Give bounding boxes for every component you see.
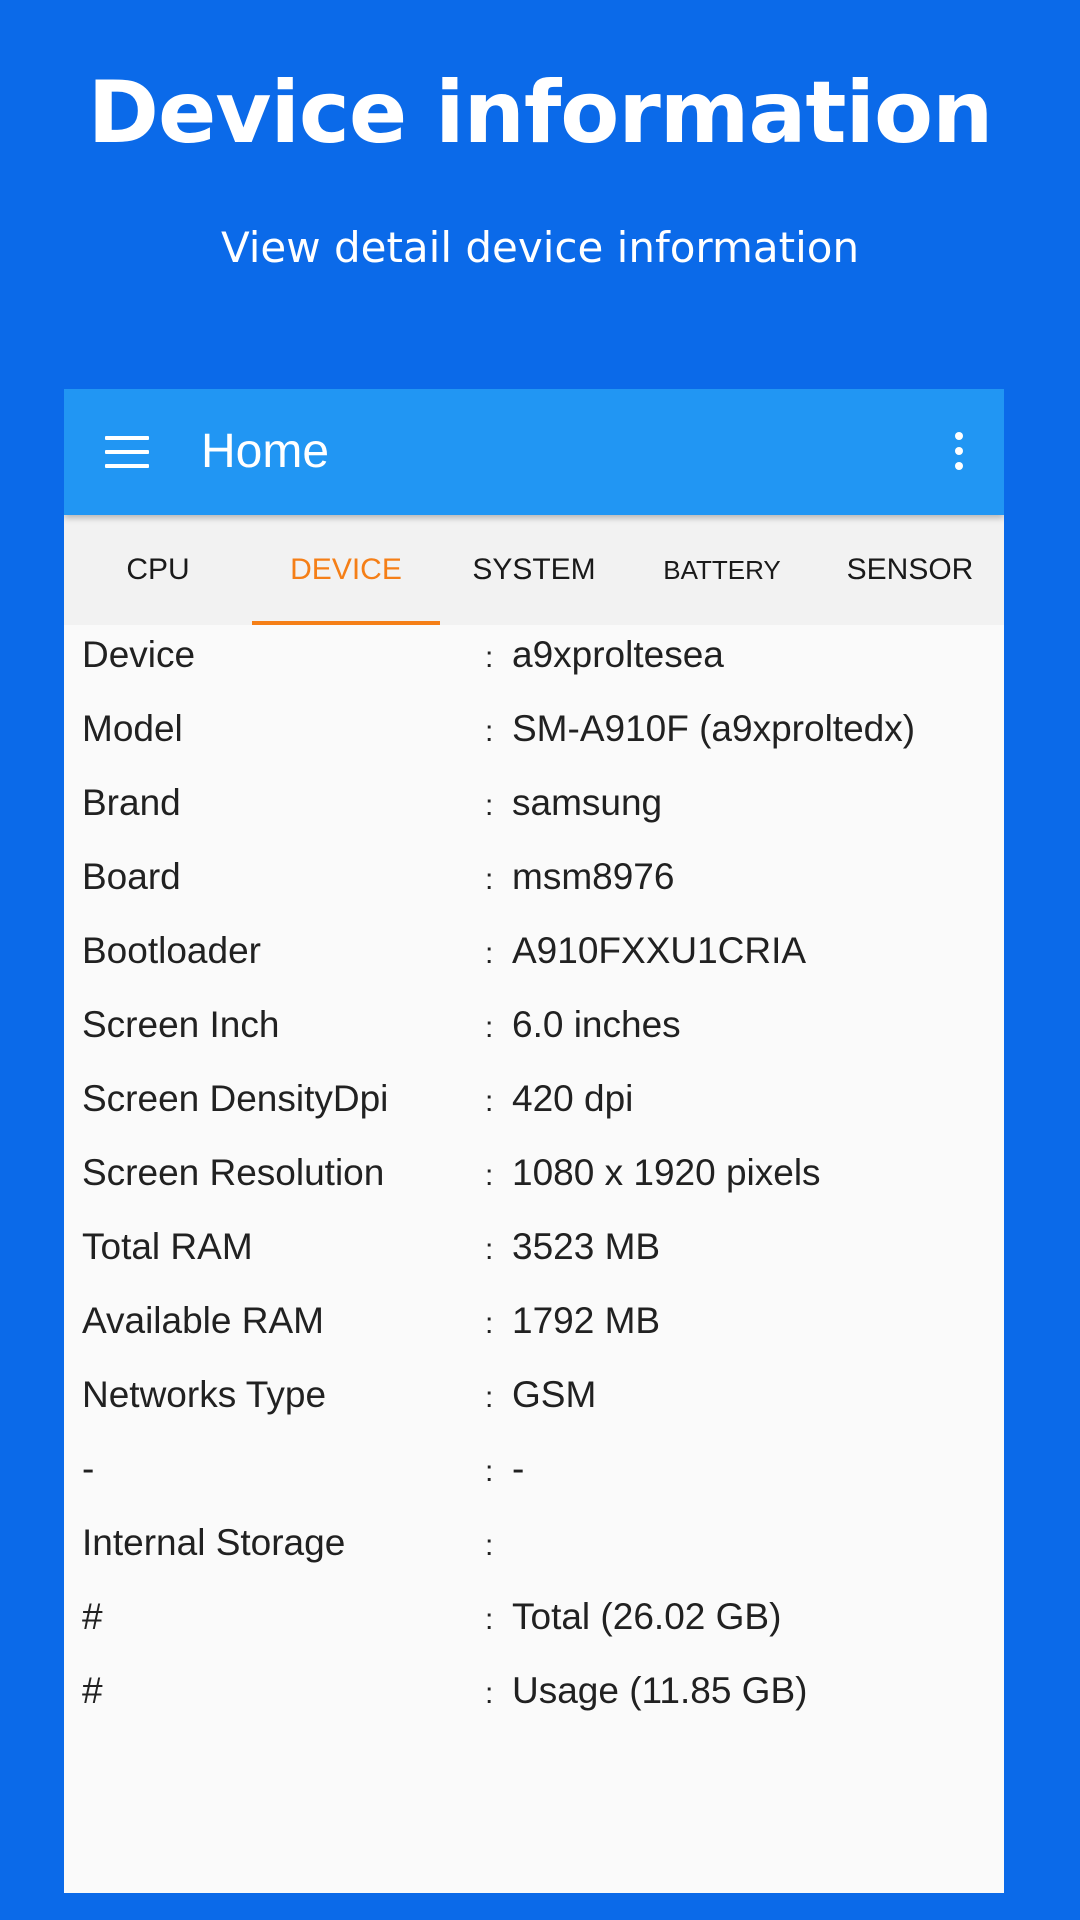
info-separator: : [485, 789, 494, 822]
tab-device[interactable]: DEVICE [252, 515, 440, 625]
info-label: Screen DensityDpi [82, 1078, 389, 1119]
info-value: 1792 MB [512, 1300, 661, 1341]
tab-bar: CPU DEVICE SYSTEM BATTERY SENSOR [64, 515, 1004, 625]
device-info-list: Device : a9xproltesea Model : SM-A910F (… [64, 633, 1004, 1743]
app-bar-title: Home [201, 425, 330, 478]
info-row-storage-total: # : Total (26.02 GB) [64, 1595, 1004, 1669]
info-value: Total (26.02 GB) [512, 1596, 782, 1637]
info-separator: : [485, 1233, 494, 1266]
info-value: a9xproltesea [512, 634, 724, 675]
info-separator: : [485, 863, 494, 896]
info-label: Brand [82, 782, 181, 823]
tab-cpu[interactable]: CPU [64, 515, 252, 625]
info-row-bootloader: Bootloader : A910FXXU1CRIA [64, 929, 1004, 1003]
info-row-brand: Brand : samsung [64, 781, 1004, 855]
info-row-board: Board : msm8976 [64, 855, 1004, 929]
info-label: Screen Inch [82, 1004, 280, 1045]
info-value: 3523 MB [512, 1226, 661, 1267]
tab-battery[interactable]: BATTERY [628, 515, 816, 625]
tab-sensor[interactable]: SENSOR [816, 515, 1004, 625]
info-separator: : [485, 937, 494, 970]
info-separator: : [485, 1011, 494, 1044]
info-label: Bootloader [82, 930, 261, 971]
more-vertical-icon[interactable] [952, 432, 964, 472]
info-row-internal-storage: Internal Storage : [64, 1521, 1004, 1595]
info-value: 1080 x 1920 pixels [512, 1152, 821, 1193]
info-label: Networks Type [82, 1374, 327, 1415]
app-bar: Home [64, 389, 1004, 515]
info-separator: : [485, 715, 494, 748]
app-screenshot-frame: Home CPU DEVICE SYSTEM BATTERY SENSOR De… [64, 389, 1004, 1893]
info-label: Screen Resolution [82, 1152, 385, 1193]
info-label: Total RAM [82, 1226, 253, 1267]
info-label: Device [82, 634, 196, 675]
info-value: GSM [512, 1374, 597, 1415]
info-label: Model [82, 708, 183, 749]
info-value: SM-A910F (a9xproltedx) [512, 708, 916, 749]
info-separator: : [485, 1085, 494, 1118]
info-value: - [512, 1448, 525, 1489]
info-label: Available RAM [82, 1300, 324, 1341]
info-label: Internal Storage [82, 1522, 346, 1563]
info-value: samsung [512, 782, 663, 823]
info-separator: : [485, 1603, 494, 1636]
info-row-dash: - : - [64, 1447, 1004, 1521]
info-value: Usage (11.85 GB) [512, 1670, 808, 1711]
info-row-storage-usage: # : Usage (11.85 GB) [64, 1669, 1004, 1743]
info-row-model: Model : SM-A910F (a9xproltedx) [64, 707, 1004, 781]
info-separator: : [485, 641, 494, 674]
info-value: A910FXXU1CRIA [512, 930, 807, 971]
info-separator: : [485, 1529, 494, 1562]
info-separator: : [485, 1455, 494, 1488]
info-separator: : [485, 1381, 494, 1414]
info-value: 6.0 inches [512, 1004, 681, 1045]
info-row-screen-inch: Screen Inch : 6.0 inches [64, 1003, 1004, 1077]
info-row-screen-resolution: Screen Resolution : 1080 x 1920 pixels [64, 1151, 1004, 1225]
info-separator: : [485, 1677, 494, 1710]
info-row-available-ram: Available RAM : 1792 MB [64, 1299, 1004, 1373]
info-row-network-type: Networks Type : GSM [64, 1373, 1004, 1447]
info-value: msm8976 [512, 856, 675, 897]
hamburger-menu-icon[interactable] [105, 436, 149, 468]
tab-system[interactable]: SYSTEM [440, 515, 628, 625]
info-label: - [82, 1448, 95, 1489]
promo-title: Device information [87, 63, 994, 163]
info-value: 420 dpi [512, 1078, 634, 1119]
info-row-screen-density: Screen DensityDpi : 420 dpi [64, 1077, 1004, 1151]
info-separator: : [485, 1307, 494, 1340]
info-label: # [82, 1596, 103, 1637]
info-label: # [82, 1670, 103, 1711]
promo-subtitle: View detail device information [220, 223, 860, 272]
info-row-device: Device : a9xproltesea [64, 633, 1004, 707]
info-label: Board [82, 856, 181, 897]
info-row-total-ram: Total RAM : 3523 MB [64, 1225, 1004, 1299]
info-separator: : [485, 1159, 494, 1192]
